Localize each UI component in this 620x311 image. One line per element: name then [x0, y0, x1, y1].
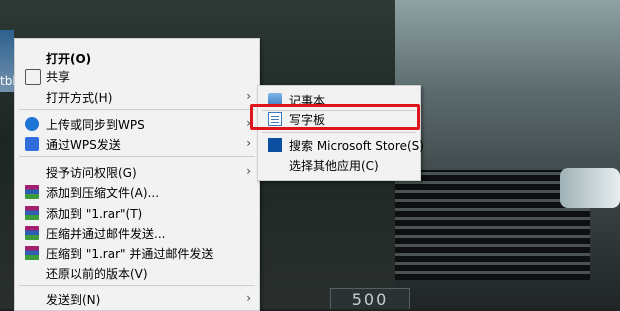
share-icon — [25, 69, 41, 85]
menu-item-label: 发送到(N) — [46, 293, 101, 307]
menu-item-label: 共享 — [46, 70, 71, 84]
menu-item-restore-versions[interactable]: 还原以前的版本(V) — [15, 262, 259, 284]
submenu-item-label: 选择其他应用(C) — [289, 159, 379, 173]
menu-item-add-rar[interactable]: 添加到 "1.rar"(T) — [15, 202, 259, 224]
car-headlight — [560, 168, 620, 208]
license-plate: 500 — [330, 288, 410, 309]
wps-cloud-icon — [25, 117, 39, 131]
winrar-icon — [25, 206, 39, 220]
chevron-right-icon: › — [246, 164, 251, 178]
menu-item-label: 上传或同步到WPS — [46, 118, 145, 132]
menu-separator — [19, 285, 255, 286]
menu-item-label: 打开方式(H) — [46, 91, 113, 105]
menu-item-compress-email[interactable]: 压缩并通过邮件发送... — [15, 222, 259, 244]
winrar-icon — [25, 185, 39, 199]
submenu-item-choose-app[interactable]: 选择其他应用(C) — [258, 154, 420, 176]
menu-item-label: 添加到压缩文件(A)... — [46, 186, 160, 200]
open-with-submenu: 记事本 写字板 搜索 Microsoft Store(S) 选择其他应用(C) — [257, 85, 424, 181]
menu-item-label: 压缩并通过邮件发送... — [46, 227, 166, 241]
store-icon — [268, 138, 282, 152]
chevron-right-icon: › — [246, 89, 251, 103]
menu-item-send-to[interactable]: 发送到(N) › — [15, 288, 259, 310]
menu-item-open-with[interactable]: 打开方式(H) › — [15, 86, 259, 108]
submenu-item-label: 搜索 Microsoft Store(S) — [289, 139, 424, 153]
submenu-item-store-search[interactable]: 搜索 Microsoft Store(S) — [258, 134, 424, 156]
menu-item-label: 压缩到 "1.rar" 并通过邮件发送 — [46, 247, 214, 261]
menu-item-label: 通过WPS发送 — [46, 138, 121, 152]
menu-item-send-wps[interactable]: 通过WPS发送 › — [15, 133, 259, 155]
chevron-right-icon: › — [246, 291, 251, 305]
winrar-icon — [25, 246, 39, 260]
menu-item-label: 还原以前的版本(V) — [46, 267, 148, 281]
wps-send-icon — [25, 137, 39, 151]
menu-item-upload-wps[interactable]: 上传或同步到WPS › — [15, 113, 259, 135]
menu-item-label: 授予访问权限(G) — [46, 166, 137, 180]
menu-separator — [262, 132, 416, 133]
menu-item-add-archive[interactable]: 添加到压缩文件(A)... — [15, 181, 259, 203]
menu-separator — [19, 156, 255, 157]
menu-item-grant-access[interactable]: 授予访问权限(G) › — [15, 161, 259, 183]
winrar-icon — [25, 226, 39, 240]
menu-item-share[interactable]: 共享 — [15, 65, 259, 87]
context-menu: 打开(O) 共享 打开方式(H) › 上传或同步到WPS › 通过WPS发送 ›… — [14, 38, 260, 311]
menu-item-compress-rar-email[interactable]: 压缩到 "1.rar" 并通过邮件发送 — [15, 242, 259, 264]
menu-item-label: 添加到 "1.rar"(T) — [46, 207, 143, 221]
wordpad-highlight-box — [250, 104, 420, 130]
chevron-right-icon: › — [246, 136, 251, 150]
menu-separator — [19, 109, 255, 110]
